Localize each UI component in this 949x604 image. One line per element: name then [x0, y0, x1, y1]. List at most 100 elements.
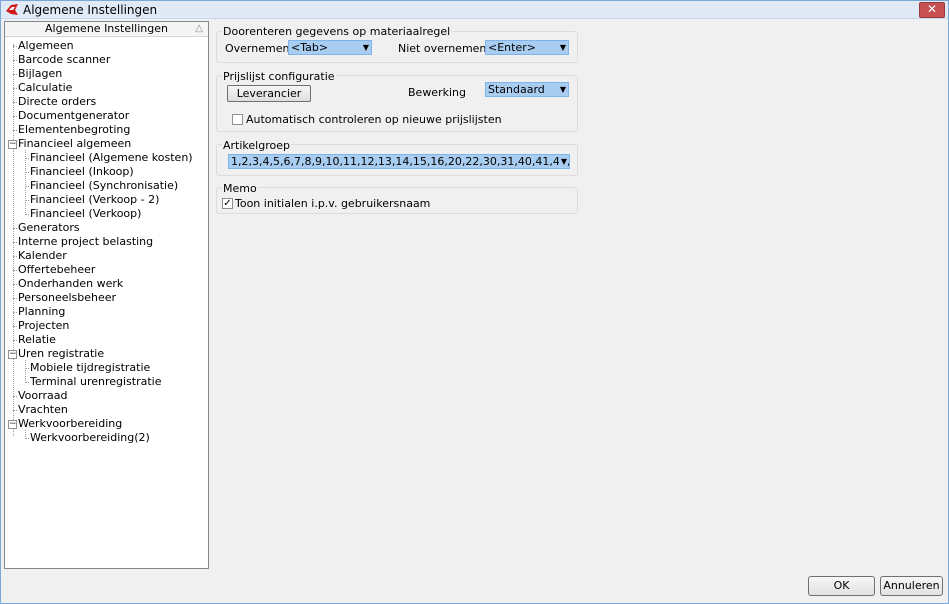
- bewerking-combo[interactable]: Standaard ▼: [485, 82, 569, 97]
- tree-item[interactable]: Documentgenerator: [18, 109, 129, 123]
- initialen-checkbox[interactable]: ✓: [222, 198, 233, 209]
- tree-line: [25, 430, 26, 437]
- prijslijst-group: Prijslijst configuratie Leverancier Bewe…: [216, 70, 578, 132]
- tree-header-label: Algemene Instellingen: [45, 22, 168, 35]
- tree-item[interactable]: Relatie: [18, 333, 56, 347]
- tree-item[interactable]: Directe orders: [18, 95, 96, 109]
- tree-line: [13, 228, 17, 229]
- tree-line: [13, 298, 17, 299]
- tree-line: [13, 130, 17, 131]
- tree-line: [13, 312, 17, 313]
- tree-item[interactable]: Bijlagen: [18, 67, 62, 81]
- title-bar: Algemene Instellingen ✕: [1, 1, 948, 19]
- tree-line: [13, 88, 17, 89]
- tree-item[interactable]: Calculatie: [18, 81, 72, 95]
- tree-line: [13, 102, 17, 103]
- tree-item[interactable]: Onderhanden werk: [18, 277, 123, 291]
- tree-line: [25, 214, 29, 215]
- niet-overnemen-label: Niet overnemen:: [398, 42, 491, 55]
- tree-item[interactable]: Kalender: [18, 249, 67, 263]
- memo-title: Memo: [222, 182, 258, 195]
- tree-line: [13, 256, 17, 257]
- artikelgroep-title: Artikelgroep: [222, 139, 291, 152]
- chevron-down-icon: ▼: [558, 155, 567, 168]
- bewerking-value: Standaard: [488, 83, 545, 96]
- tree-item[interactable]: Projecten: [18, 319, 69, 333]
- overnemen-combo[interactable]: <Tab> ▼: [288, 40, 372, 55]
- tree-item[interactable]: Financieel (Verkoop - 2): [30, 193, 159, 207]
- auto-check-label: Automatisch controleren op nieuwe prijsl…: [246, 113, 502, 126]
- tree-item[interactable]: Financieel algemeen: [18, 137, 131, 151]
- prijslijst-title: Prijslijst configuratie: [222, 70, 336, 83]
- memo-group: Memo ✓ Toon initialen i.p.v. gebruikersn…: [216, 182, 578, 214]
- doorenteren-group: Doorenteren gegevens op materiaalregel O…: [216, 25, 578, 63]
- tree-line: [13, 74, 17, 75]
- tree-line: [13, 410, 17, 411]
- ok-button[interactable]: OK: [808, 576, 875, 596]
- artikelgroep-combo[interactable]: 1,2,3,4,5,6,7,8,9,10,11,12,13,14,15,16,2…: [228, 154, 570, 169]
- tree-item[interactable]: Werkvoorbereiding: [18, 417, 122, 431]
- tree-header[interactable]: Algemene Instellingen △: [5, 22, 208, 37]
- leverancier-button[interactable]: Leverancier: [227, 85, 311, 102]
- tree-item[interactable]: Financieel (Synchronisatie): [30, 179, 178, 193]
- doorenteren-title: Doorenteren gegevens op materiaalregel: [222, 25, 452, 38]
- niet-overnemen-combo[interactable]: <Enter> ▼: [485, 40, 569, 55]
- tree-item[interactable]: Generators: [18, 221, 80, 235]
- chevron-down-icon: ▼: [362, 43, 369, 52]
- settings-window: Algemene Instellingen ✕ Algemene Instell…: [0, 0, 949, 604]
- artikelgroep-group: Artikelgroep 1,2,3,4,5,6,7,8,9,10,11,12,…: [216, 139, 578, 176]
- tree-line: [25, 360, 26, 381]
- tree-line: [25, 382, 29, 383]
- tree-line: [13, 270, 17, 271]
- tree-line: [13, 46, 17, 47]
- initialen-label: Toon initialen i.p.v. gebruikersnaam: [235, 197, 431, 210]
- overnemen-value: <Tab>: [291, 41, 329, 54]
- tree-line: [13, 116, 17, 117]
- tree-line: [25, 150, 26, 213]
- tree-line: [13, 340, 17, 341]
- collapse-minus-icon[interactable]: −: [8, 420, 17, 429]
- tree-line: [25, 186, 29, 187]
- tree-item[interactable]: Werkvoorbereiding(2): [30, 431, 150, 445]
- chevron-down-icon: ▼: [559, 43, 566, 52]
- tree-item[interactable]: Elementenbegroting: [18, 123, 130, 137]
- tree-item[interactable]: Financieel (Verkoop): [30, 207, 141, 221]
- tree-item[interactable]: Barcode scanner: [18, 53, 110, 67]
- tree-item[interactable]: Planning: [18, 305, 65, 319]
- tree-item[interactable]: Offertebeheer: [18, 263, 95, 277]
- tree-item[interactable]: Voorraad: [18, 389, 67, 403]
- tree-line: [13, 284, 17, 285]
- app-logo-icon: [6, 4, 18, 15]
- tree-line: [13, 60, 17, 61]
- tree-line: [25, 158, 29, 159]
- settings-tree[interactable]: Algemene Instellingen △ Algemeen Barcode …: [4, 21, 209, 569]
- tree-item[interactable]: Interne project belasting: [18, 235, 153, 249]
- tree-item[interactable]: Uren registratie: [18, 347, 104, 361]
- auto-check-checkbox[interactable]: [232, 114, 243, 125]
- tree-item[interactable]: Financieel (Inkoop): [30, 165, 134, 179]
- tree-line: [13, 326, 17, 327]
- niet-overnemen-value: <Enter>: [488, 41, 536, 54]
- close-button[interactable]: ✕: [919, 2, 945, 18]
- artikelgroep-value: 1,2,3,4,5,6,7,8,9,10,11,12,13,14,15,16,2…: [231, 155, 569, 168]
- tree-item[interactable]: Terminal urenregistratie: [30, 375, 162, 389]
- tree-item[interactable]: Financieel (Algemene kosten): [30, 151, 193, 165]
- tree-line: [13, 242, 17, 243]
- cancel-button[interactable]: Annuleren: [880, 576, 943, 596]
- overnemen-label: Overnemen:: [225, 42, 294, 55]
- tree-line: [25, 172, 29, 173]
- sort-triangle-icon: △: [195, 23, 203, 34]
- tree-line: [25, 368, 29, 369]
- window-title: Algemene Instellingen: [23, 3, 158, 17]
- tree-item[interactable]: Vrachten: [18, 403, 68, 417]
- chevron-down-icon: ▼: [559, 85, 566, 94]
- tree-item[interactable]: Mobiele tijdregistratie: [30, 361, 150, 375]
- tree-line: [25, 438, 29, 439]
- tree-item[interactable]: Personeelsbeheer: [18, 291, 116, 305]
- tree-line: [25, 200, 29, 201]
- collapse-minus-icon[interactable]: −: [8, 350, 17, 359]
- tree-item[interactable]: Algemeen: [18, 39, 74, 53]
- tree-line: [13, 396, 17, 397]
- bewerking-label: Bewerking: [408, 86, 466, 99]
- collapse-minus-icon[interactable]: −: [8, 140, 17, 149]
